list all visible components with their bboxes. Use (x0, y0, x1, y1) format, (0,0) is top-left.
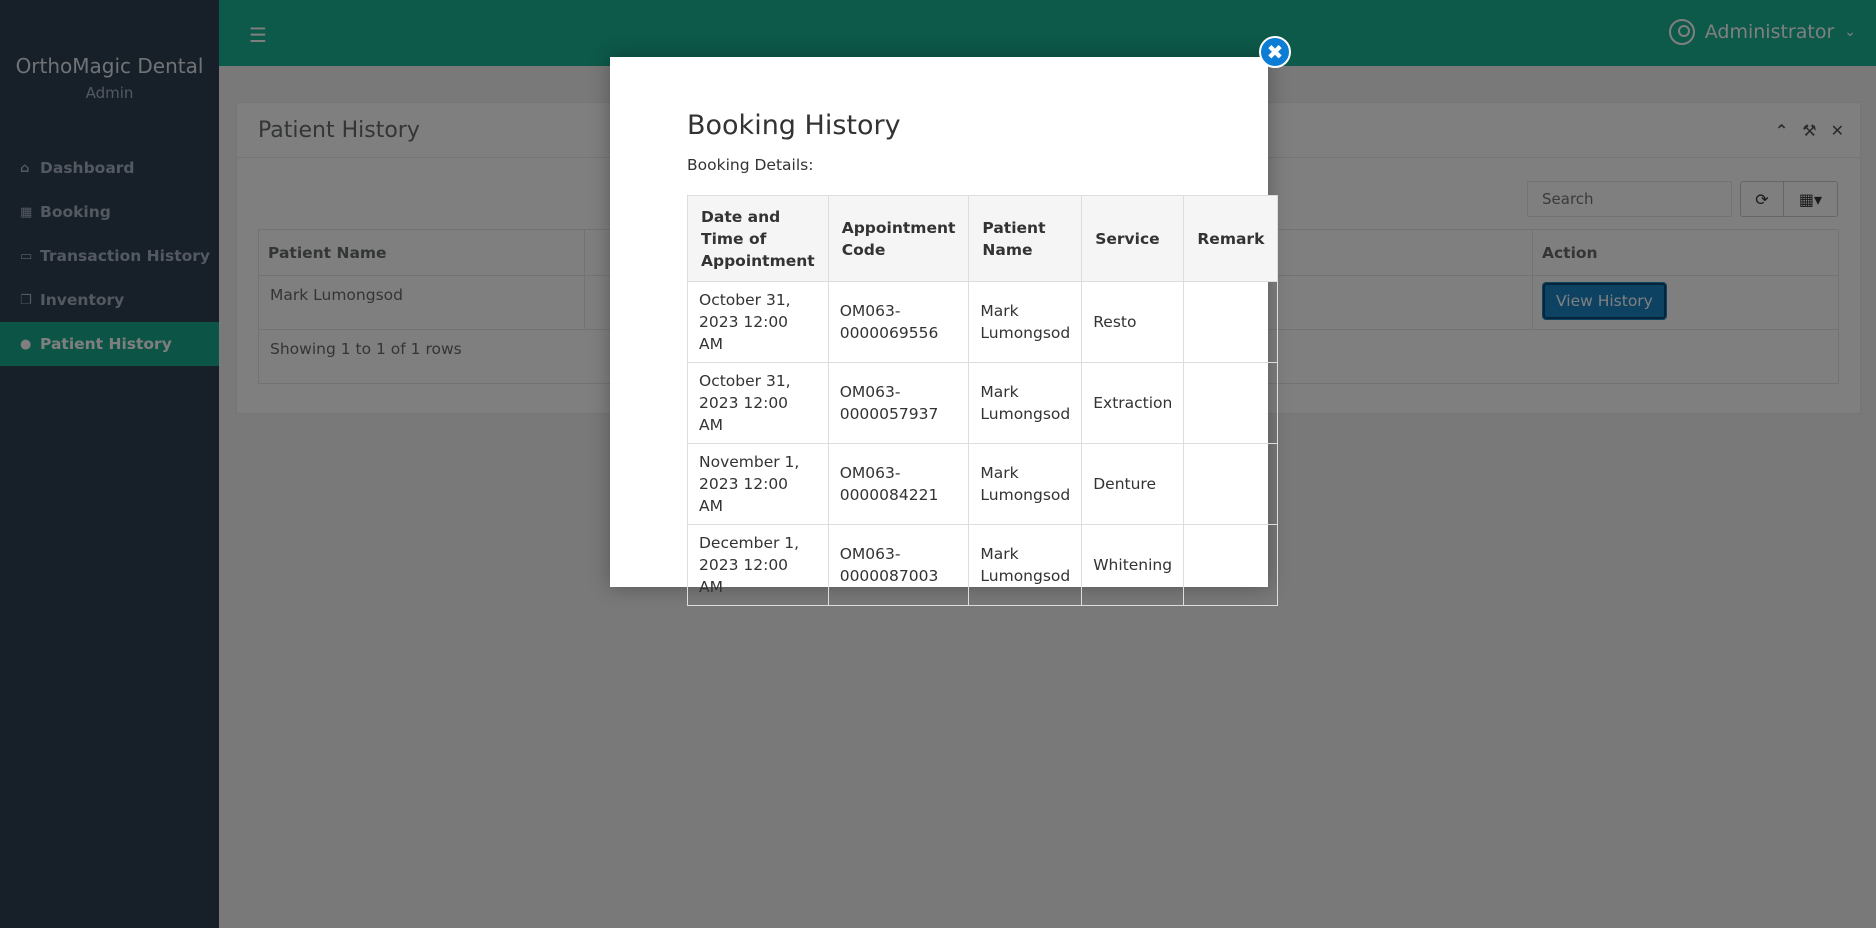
remark-cell (1183, 524, 1279, 606)
booking-table: Date and Time of Appointment Appointment… (687, 195, 1279, 606)
date-cell: November 1, 2023 12:00 AM (687, 443, 829, 525)
column-header: Date and Time of Appointment (687, 195, 829, 282)
booking-history-modal: Booking History Booking Details: Date an… (610, 57, 1279, 606)
column-header: Appointment Code (827, 195, 970, 282)
remark-cell (1183, 443, 1279, 525)
table-row: November 1, 2023 12:00 AM OM063-00000842… (687, 443, 1279, 525)
close-icon: ✖ (1266, 40, 1284, 64)
modal-title: Booking History (687, 110, 901, 141)
modal-close-button[interactable]: ✖ (1259, 36, 1291, 68)
modal-subtitle: Booking Details: (687, 156, 814, 174)
column-header: Remark (1183, 195, 1279, 282)
code-cell: OM063-0000069556 (827, 281, 970, 363)
date-cell: October 31, 2023 12:00 AM (687, 362, 829, 444)
table-row: October 31, 2023 12:00 AM OM063-00000579… (687, 362, 1279, 444)
column-header: Patient Name (968, 195, 1083, 282)
code-cell: OM063-0000057937 (827, 362, 970, 444)
date-cell: October 31, 2023 12:00 AM (687, 281, 829, 363)
remark-cell (1183, 362, 1279, 444)
column-header: Service (1081, 195, 1185, 282)
service-cell: Denture (1081, 443, 1185, 525)
code-cell: OM063-0000084221 (827, 443, 970, 525)
patient-cell: Mark Lumongsod (968, 281, 1083, 363)
patient-cell: Mark Lumongsod (968, 443, 1083, 525)
service-cell: Resto (1081, 281, 1185, 363)
date-cell: December 1, 2023 12:00 AM (687, 524, 829, 606)
remark-cell (1183, 281, 1279, 363)
table-row: December 1, 2023 12:00 AM OM063-00000870… (687, 524, 1279, 606)
service-cell: Whitening (1081, 524, 1185, 606)
patient-cell: Mark Lumongsod (968, 524, 1083, 606)
patient-cell: Mark Lumongsod (968, 362, 1083, 444)
table-row: October 31, 2023 12:00 AM OM063-00000695… (687, 281, 1279, 363)
service-cell: Extraction (1081, 362, 1185, 444)
code-cell: OM063-0000087003 (827, 524, 970, 606)
